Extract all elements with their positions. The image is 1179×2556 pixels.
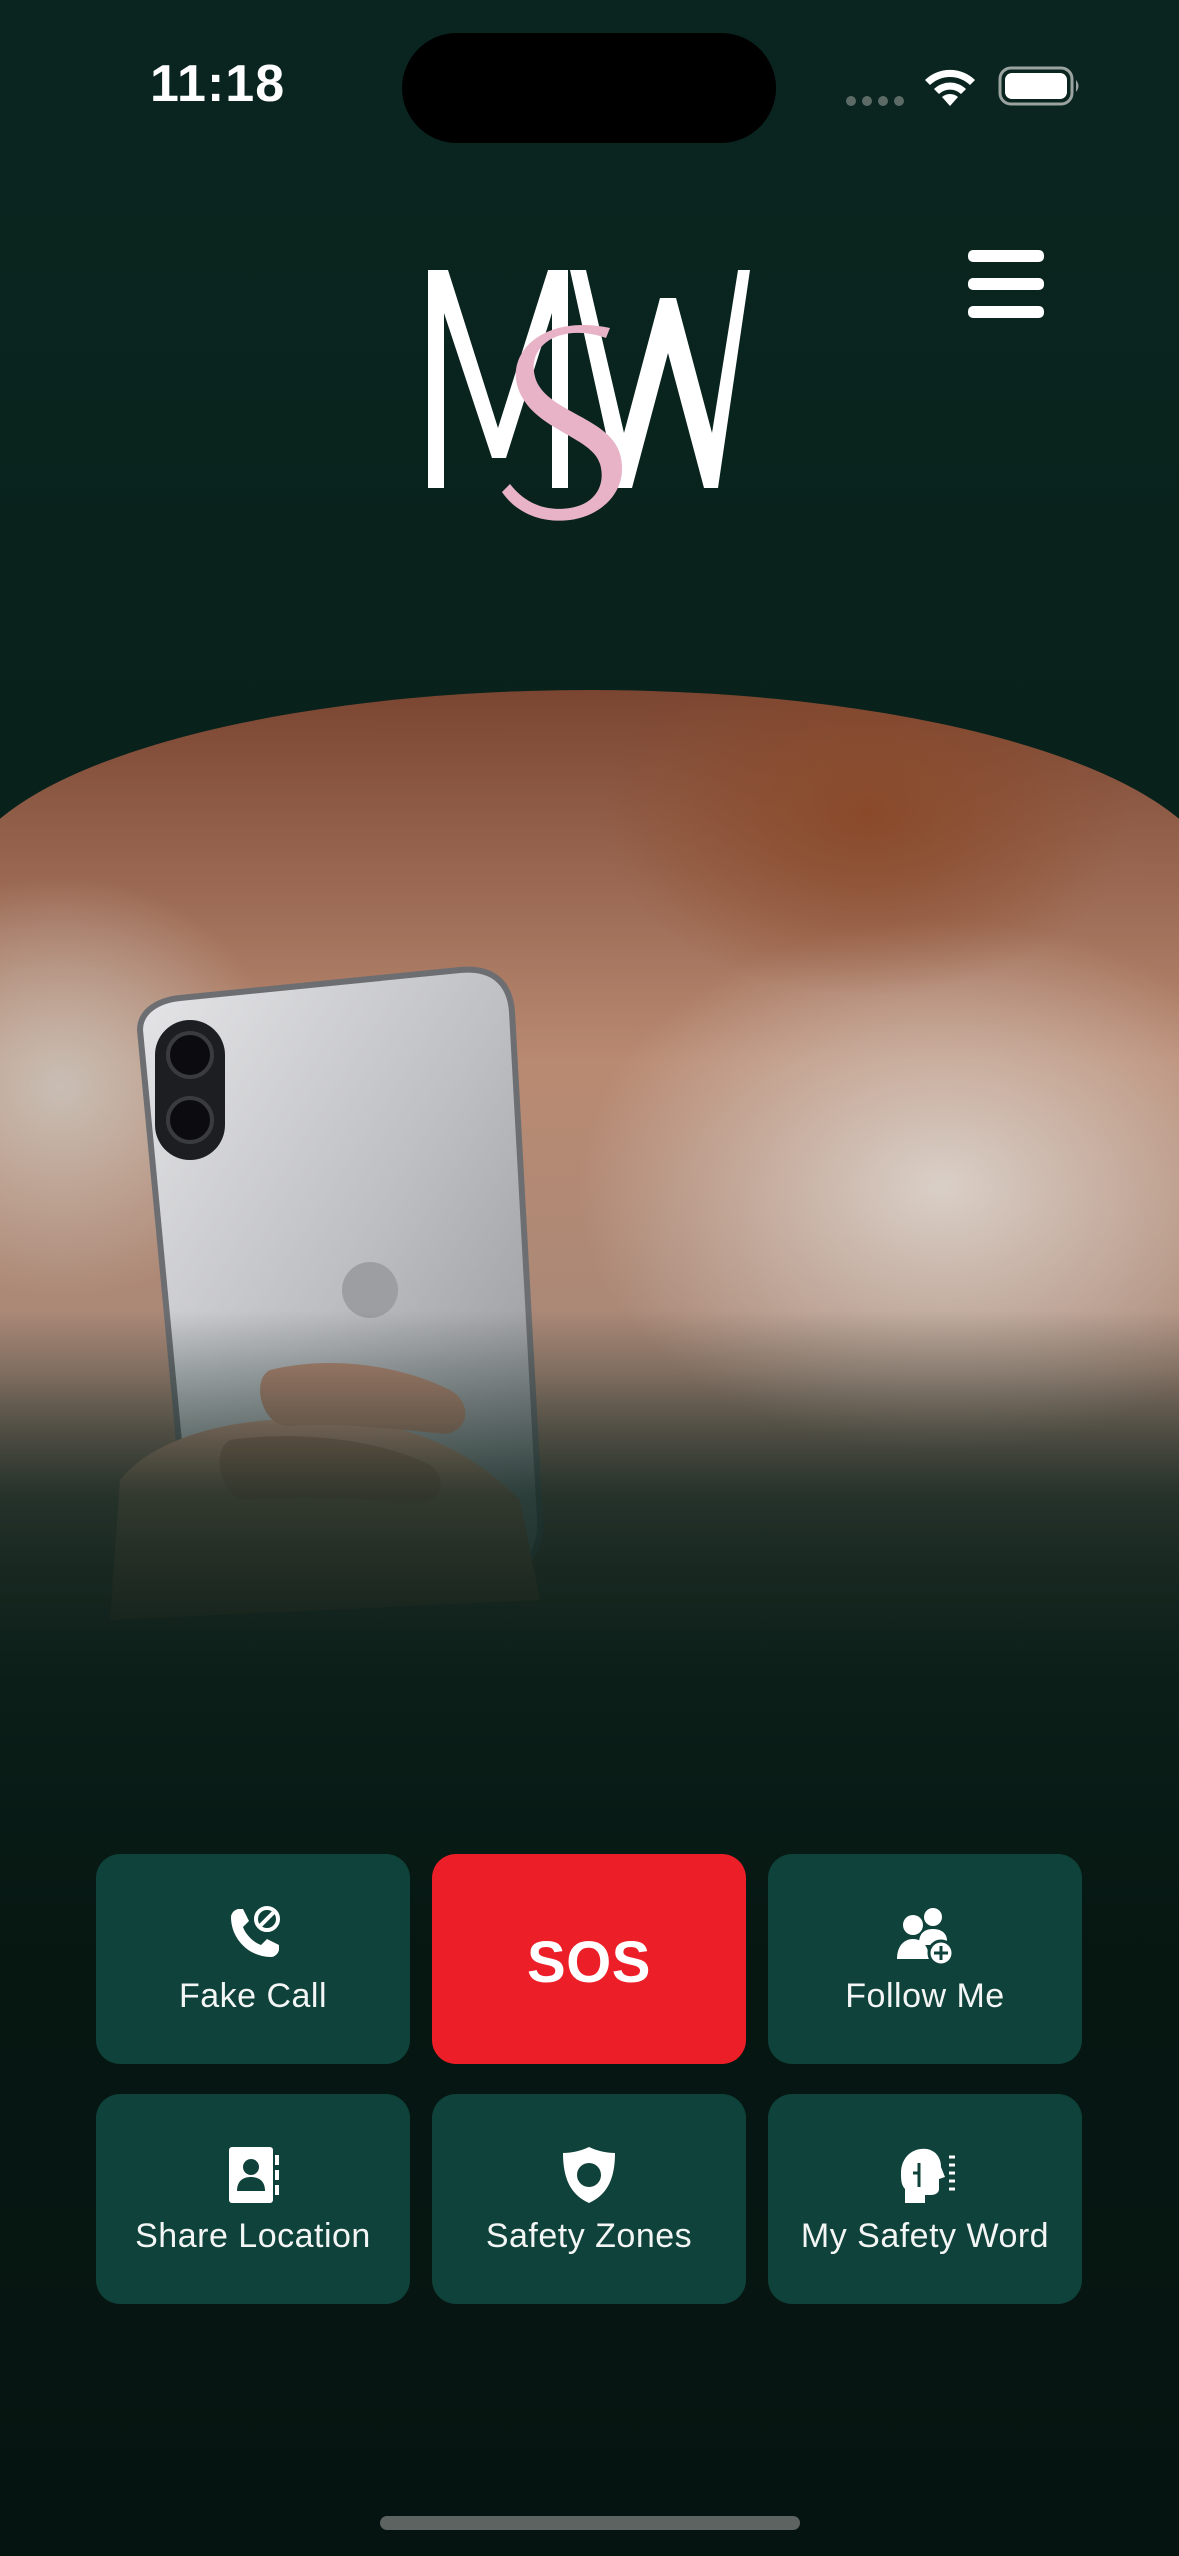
sos-button[interactable]: SOS [432,1854,746,2064]
fake-call-label: Fake Call [178,1976,328,2015]
hamburger-menu-icon[interactable] [950,240,1060,330]
wifi-icon [925,69,975,106]
cellular-signal-icon [846,96,904,106]
hero-fade-overlay [0,1310,1179,1930]
safety-zones-label: Safety Zones [485,2216,693,2255]
battery-icon [998,66,1079,106]
follow-me-label: Follow Me [845,1976,1005,2015]
share-location-label: Share Location [135,2216,371,2255]
safety-zones-button[interactable]: Safety Zones [432,2094,746,2304]
contact-book-icon [229,2146,279,2203]
dynamic-island [402,33,776,143]
my-safety-word-label: My Safety Word [800,2216,1050,2255]
status-time: 11:18 [150,55,286,113]
follow-me-button[interactable]: Follow Me [768,1854,1082,2064]
phone-blocked-icon [231,1905,280,1957]
add-people-icon [897,1907,955,1966]
share-location-button[interactable]: Share Location [96,2094,410,2304]
my-safety-word-button[interactable]: My Safety Word [768,2094,1082,2304]
shield-icon [563,2146,615,2203]
msw-logo [428,270,750,521]
fake-call-button[interactable]: Fake Call [96,1854,410,2064]
hero-photo [0,690,1179,1930]
speaking-head-icon [901,2148,955,2203]
home-indicator[interactable] [380,2516,800,2530]
sos-label: SOS [527,1929,651,1995]
home-screen: 11:18 Fake Call SOS Follow Me Share Loca… [0,0,1179,2556]
